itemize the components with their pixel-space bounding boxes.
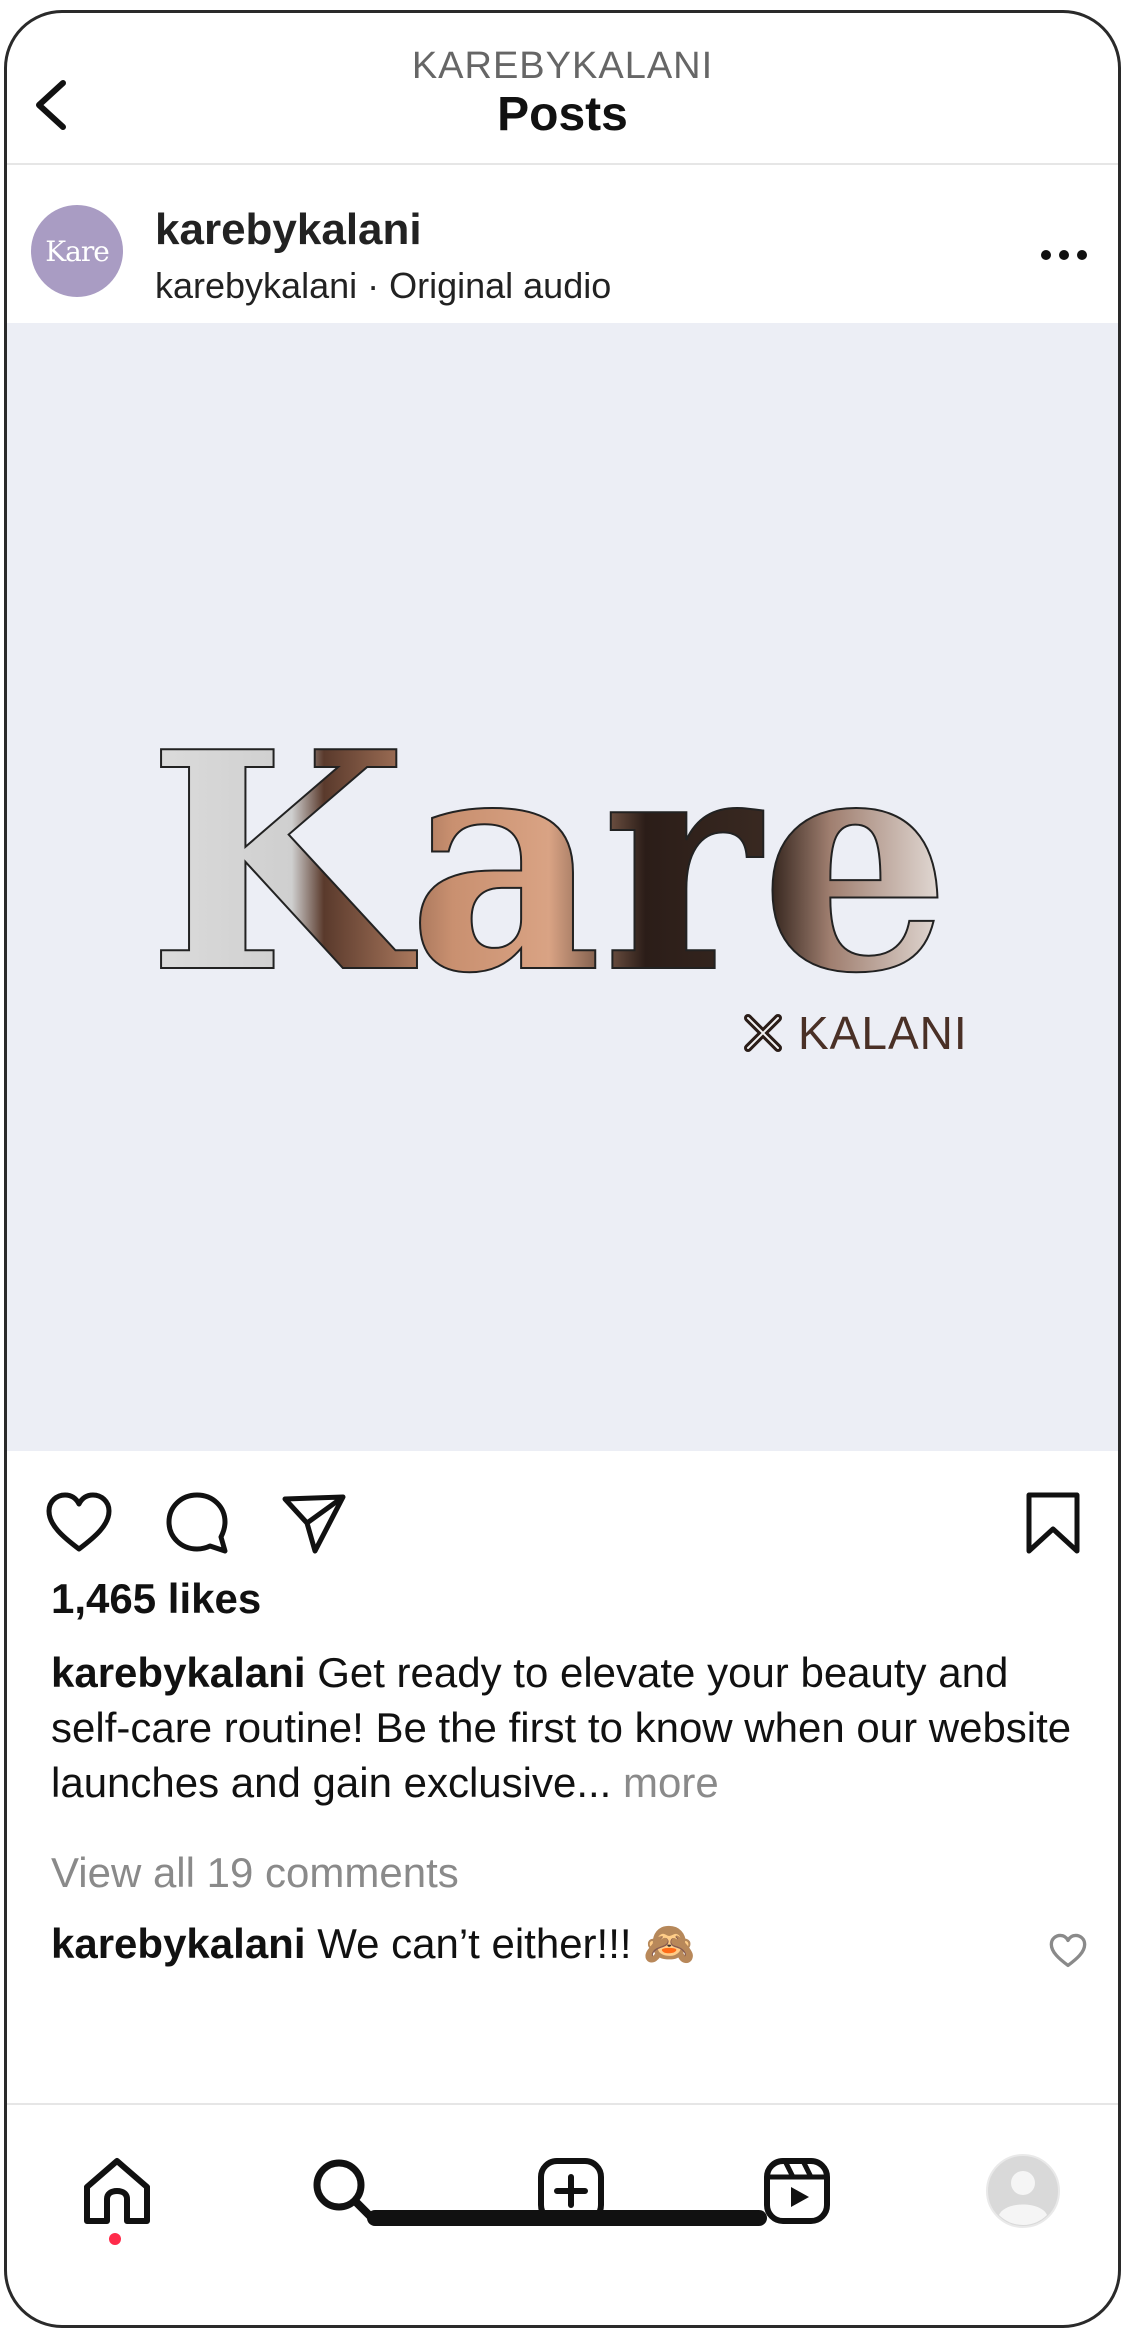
comment-text: We can’t either!!! 🙈 [317, 1920, 696, 1967]
comment-row: karebykalani We can’t either!!! 🙈 [51, 1920, 696, 1969]
caption-more-link[interactable]: more [623, 1759, 719, 1806]
page-title: Posts [497, 88, 628, 141]
kare-logo-image: Kare [147, 718, 952, 978]
reels-icon [764, 2158, 830, 2224]
home-indicator [367, 2210, 767, 2226]
tab-reels[interactable] [757, 2151, 837, 2231]
like-button[interactable] [43, 1487, 115, 1559]
home-icon [84, 2158, 150, 2224]
post-media[interactable]: Kare KALANI [7, 323, 1118, 1451]
comment-button[interactable] [161, 1487, 233, 1559]
top-header: KAREBYKALANI Posts [7, 13, 1118, 165]
phone-frame: KAREBYKALANI Posts Kare karebykalani kar… [4, 10, 1121, 2328]
home-notification-dot [109, 2233, 121, 2245]
share-button[interactable] [277, 1487, 349, 1559]
view-all-comments-link[interactable]: View all 19 comments [51, 1849, 459, 1897]
post-author-row: Kare karebykalani karebykalani · Origina… [7, 165, 1118, 323]
profile-avatar-icon [986, 2154, 1060, 2228]
caption-username[interactable]: karebykalani [51, 1649, 306, 1696]
heart-icon [46, 1492, 112, 1552]
tab-home[interactable] [77, 2151, 157, 2231]
header-account-name: KAREBYKALANI [411, 45, 714, 87]
more-horizontal-icon [1041, 250, 1087, 260]
likes-count[interactable]: 1,465 likes [51, 1575, 261, 1623]
post-actions [7, 1451, 1118, 1571]
avatar[interactable]: Kare [31, 205, 123, 297]
collab-x-icon [744, 1014, 782, 1052]
collab-text: KALANI [798, 1007, 968, 1059]
comment-like-button[interactable] [1048, 1931, 1088, 1971]
heart-icon [1049, 1933, 1087, 1968]
comment-icon [166, 1492, 228, 1554]
bookmark-icon [1026, 1492, 1080, 1554]
tab-profile[interactable] [983, 2151, 1063, 2231]
author-username[interactable]: karebykalani [155, 205, 422, 255]
author-audio-label[interactable]: karebykalani · Original audio [155, 265, 611, 307]
comment-username[interactable]: karebykalani [51, 1920, 306, 1967]
collab-label: KALANI [742, 1003, 968, 1063]
save-button[interactable] [1017, 1487, 1089, 1559]
post-caption: karebykalani Get ready to elevate your b… [51, 1645, 1091, 1810]
more-options-button[interactable] [1034, 235, 1094, 275]
logo-text: Kare [147, 718, 951, 978]
send-icon [282, 1494, 346, 1554]
